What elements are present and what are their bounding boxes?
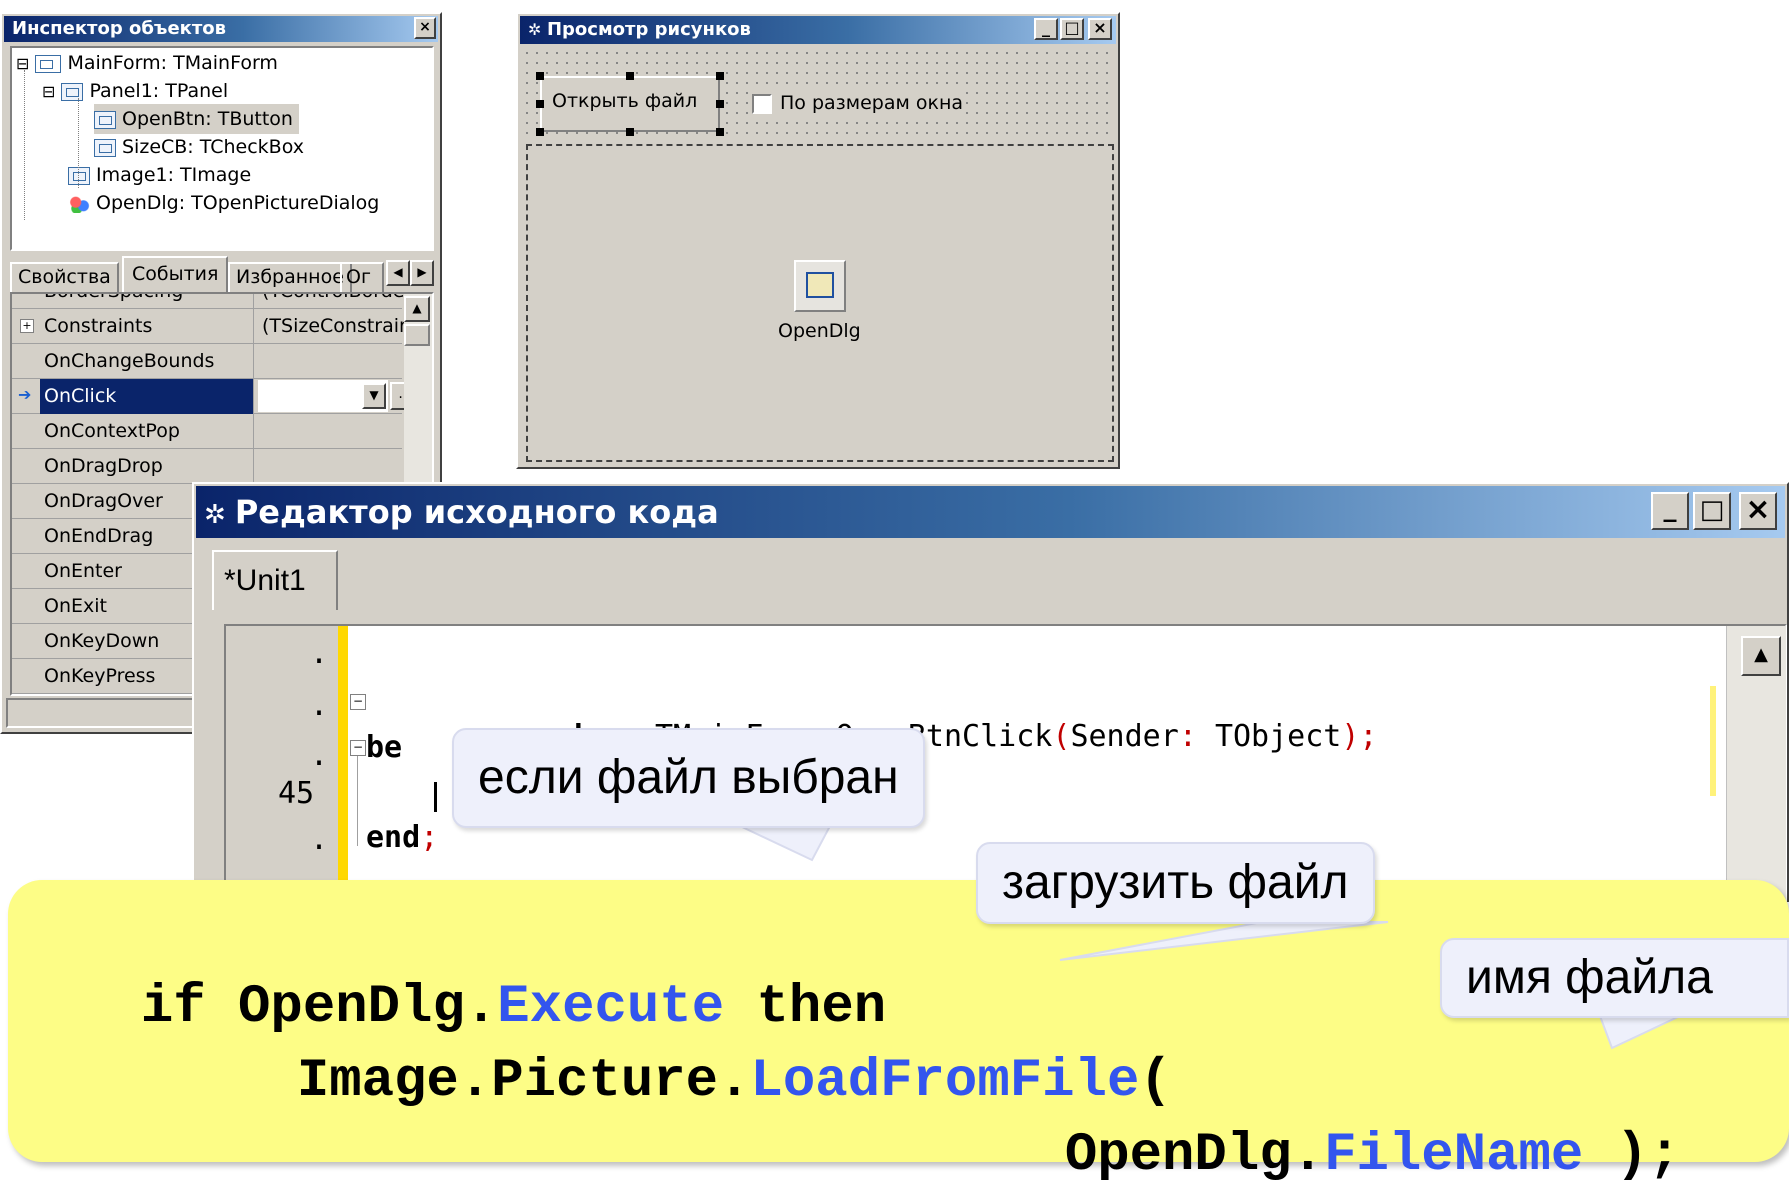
callout-file-selected: если файл выбран bbox=[452, 728, 925, 828]
callout-pointer-file-name bbox=[1598, 1015, 1681, 1050]
callout-file-name: имя файла bbox=[1440, 938, 1789, 1018]
callout-load-file: загрузить файл bbox=[976, 842, 1375, 924]
callout-pointer-load-file bbox=[1059, 921, 1389, 961]
callout-pointer-file-selected bbox=[739, 825, 832, 862]
